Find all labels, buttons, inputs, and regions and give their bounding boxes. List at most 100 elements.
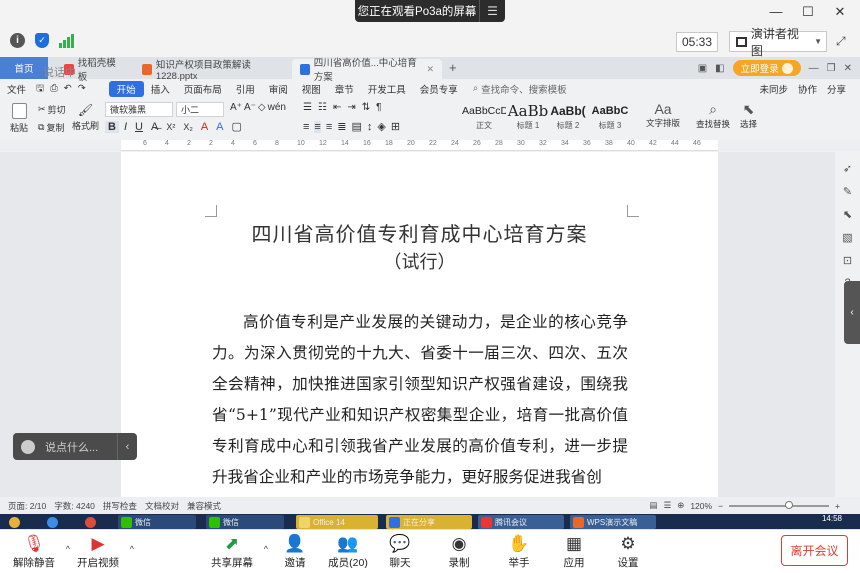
- strikethrough-icon[interactable]: A̶: [148, 121, 161, 133]
- copy-button[interactable]: ⧉ 复制: [38, 121, 64, 134]
- font-name-select[interactable]: 微软雅黑: [105, 102, 173, 117]
- sync-status[interactable]: 未同步: [759, 82, 788, 96]
- info-icon[interactable]: i: [10, 33, 25, 48]
- select-button[interactable]: ⬉ 选择: [740, 101, 757, 130]
- pen-icon[interactable]: ✎: [835, 185, 860, 198]
- menu-item-file[interactable]: 文件: [0, 82, 33, 96]
- style-normal[interactable]: AaBbCcDd 正文: [462, 102, 506, 134]
- collapse-chat-icon[interactable]: ‹: [117, 433, 137, 460]
- superscript-icon[interactable]: X²: [163, 122, 178, 132]
- font-size-select[interactable]: 小二: [176, 102, 224, 117]
- clear-format-icon[interactable]: ◇: [258, 102, 266, 113]
- justify-icon[interactable]: ≣: [337, 120, 346, 133]
- taskbar-office[interactable]: Office 14: [296, 515, 378, 529]
- highlight-icon[interactable]: A: [198, 121, 211, 133]
- tab-pptx[interactable]: 知识产权项目政策解读1228.pptx: [134, 59, 286, 82]
- menu-item-references[interactable]: 引用: [229, 82, 262, 96]
- print-icon[interactable]: ⎙: [47, 83, 61, 94]
- taskbar-sharing[interactable]: 正在分享: [386, 515, 472, 529]
- menu-item-home[interactable]: 开始: [108, 80, 144, 97]
- bullet-list-icon[interactable]: ☰: [303, 102, 312, 113]
- tab-document-active[interactable]: 四川省高价值...中心培育方案 ✕: [292, 58, 442, 83]
- wps-close-icon[interactable]: ✕: [844, 63, 852, 74]
- menu-item-member[interactable]: 会员专享: [413, 82, 465, 96]
- start-video-button[interactable]: ▶ 开启视频 ^: [68, 534, 134, 570]
- chevron-up-icon[interactable]: ^: [130, 544, 134, 554]
- side-panel-handle[interactable]: ‹: [844, 281, 860, 344]
- horizontal-ruler[interactable]: 6 4 2 2 4 6 8 10 12 14 16 18 20 22 24 26 28 30 32 34 36 38 40 4…: [121, 140, 718, 151]
- settings-button[interactable]: ⚙ 设置: [598, 534, 658, 570]
- fullscreen-icon[interactable]: ⤢: [836, 34, 846, 49]
- sort-icon[interactable]: ⇅: [362, 102, 370, 113]
- menu-item-layout[interactable]: 页面布局: [177, 82, 229, 96]
- zoom-value[interactable]: 120%: [690, 501, 712, 511]
- zoom-in-icon[interactable]: +: [835, 501, 840, 511]
- document-page[interactable]: 四川省高价值专利育成中心培育方案 （试行） 高价值专利是产业发展的关键动力，是企…: [121, 152, 718, 497]
- shading-icon[interactable]: ◈: [377, 120, 385, 133]
- show-marks-icon[interactable]: ¶: [376, 102, 381, 113]
- close-tab-icon[interactable]: ✕: [426, 64, 434, 75]
- chat-input[interactable]: 说点什么... ‹: [13, 433, 137, 460]
- new-tab-icon[interactable]: +: [449, 60, 457, 75]
- style-heading-2[interactable]: AaBb( 标题 2: [546, 102, 590, 134]
- taskbar-app[interactable]: [82, 515, 104, 529]
- status-page[interactable]: 页面: 2/10: [8, 500, 46, 512]
- align-left-icon[interactable]: ≡: [303, 121, 309, 133]
- borders-icon[interactable]: ⊞: [391, 120, 400, 133]
- login-button[interactable]: 立即登录: [732, 60, 801, 76]
- status-words[interactable]: 字数: 4240: [54, 500, 95, 512]
- start-button[interactable]: [6, 515, 28, 529]
- zoom-out-icon[interactable]: −: [718, 501, 723, 511]
- skin-icon[interactable]: ◧: [715, 63, 724, 74]
- zoom-slider-knob[interactable]: [785, 500, 794, 509]
- save-icon[interactable]: 🖫: [33, 81, 47, 97]
- style-heading-3[interactable]: AaBbC 标题 3: [588, 102, 632, 134]
- char-border-icon[interactable]: ▢: [229, 120, 245, 133]
- chat-button[interactable]: 💬 聊天: [370, 534, 430, 570]
- members-button[interactable]: 👥 成员(20): [318, 534, 378, 570]
- emoji-icon[interactable]: [21, 439, 35, 454]
- phonetic-icon[interactable]: wén: [268, 102, 286, 113]
- taskbar-tencent[interactable]: 腾讯会议: [478, 515, 564, 529]
- bold-icon[interactable]: B: [105, 120, 119, 133]
- tab-home[interactable]: 首页: [0, 57, 48, 79]
- taskbar-wechat-1[interactable]: 微信: [118, 515, 196, 529]
- menu-item-insert[interactable]: 插入: [144, 82, 177, 96]
- taskbar-wechat-2[interactable]: 微信: [206, 515, 284, 529]
- wps-minimize-icon[interactable]: —: [809, 63, 819, 74]
- zoom-slider[interactable]: [729, 500, 830, 509]
- text-layout-button[interactable]: Aa 文字排版: [646, 101, 680, 129]
- unmute-button[interactable]: 🎙 解除静音 ^: [4, 534, 70, 570]
- align-center-icon[interactable]: ≡: [314, 120, 321, 133]
- cut-button[interactable]: ✂ 剪切: [38, 103, 66, 116]
- status-spell[interactable]: 拼写检查: [103, 500, 137, 512]
- subscript-icon[interactable]: X₂: [180, 122, 196, 132]
- view-mode-dropdown[interactable]: 演讲者视图 ▼: [729, 27, 827, 58]
- layout-icon[interactable]: ▣: [698, 63, 707, 74]
- pointer-icon[interactable]: ⬉: [835, 208, 860, 221]
- font-color-icon[interactable]: A: [213, 121, 226, 133]
- outdent-icon[interactable]: ⇤: [333, 102, 341, 113]
- line-spacing-icon[interactable]: ↕: [367, 121, 373, 133]
- share-screen-button[interactable]: ⬈ 共享屏幕 ^: [202, 534, 268, 570]
- command-search[interactable]: ⌕ 查找命令、搜索模板: [473, 82, 567, 96]
- page-view-icon[interactable]: ▤: [650, 500, 658, 511]
- rocket-icon[interactable]: ➶: [835, 162, 860, 175]
- minimize-icon[interactable]: —: [760, 4, 792, 20]
- format-painter-button[interactable]: 🖌 格式刷: [72, 103, 99, 132]
- style-heading-1[interactable]: AaBb 标题 1: [506, 102, 550, 134]
- outline-view-icon[interactable]: ☰: [664, 500, 672, 511]
- menu-item-developer[interactable]: 开发工具: [361, 82, 413, 96]
- undo-icon[interactable]: ↶: [61, 83, 75, 94]
- record-button[interactable]: ◉ 录制: [429, 534, 489, 570]
- paste-button[interactable]: 粘贴: [10, 103, 28, 134]
- signal-icon[interactable]: [59, 33, 74, 48]
- taskbar-app[interactable]: [44, 515, 66, 529]
- image-icon[interactable]: ▧: [835, 231, 860, 244]
- underline-icon[interactable]: U: [132, 121, 146, 133]
- indent-icon[interactable]: ⇥: [347, 102, 355, 113]
- share-button[interactable]: 分享: [827, 82, 846, 96]
- menu-item-review[interactable]: 审阅: [262, 82, 295, 96]
- crop-icon[interactable]: ⊡: [835, 254, 860, 267]
- grow-font-icon[interactable]: A⁺: [230, 102, 242, 113]
